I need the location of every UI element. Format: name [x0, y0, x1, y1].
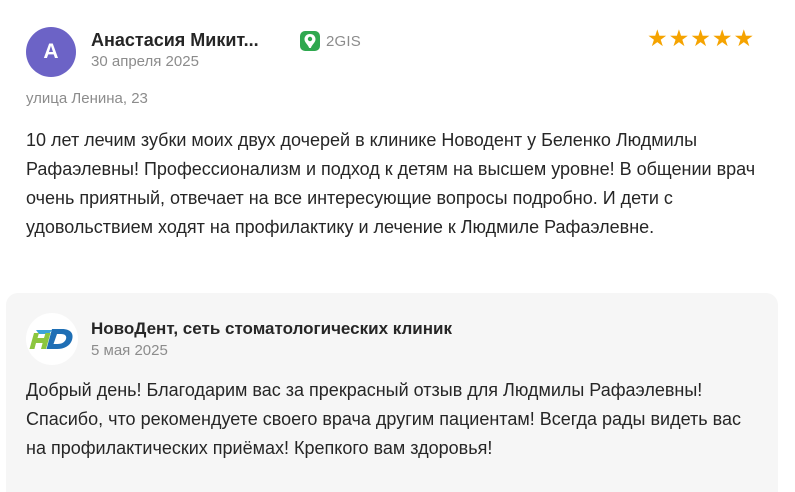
source-label: 2GIS [326, 32, 361, 50]
reply-text: Добрый день! Благодарим вас за прекрасны… [26, 380, 741, 458]
2gis-logo-icon [300, 31, 320, 51]
rating-stars: ★ ★ ★ ★ ★ [647, 27, 754, 50]
review-date: 30 апреля 2025 [91, 53, 199, 70]
star-icon: ★ [690, 25, 711, 51]
star-icon: ★ [711, 25, 733, 51]
avatar: А [26, 27, 76, 77]
review-card: А Анастасия Микит... 30 апреля 2025 2GIS… [0, 0, 795, 492]
reply-date: 5 мая 2025 [91, 342, 168, 359]
review-text: 10 лет лечим зубки моих двух дочерей в к… [26, 130, 756, 237]
branch-address: улица Ленина, 23 [26, 90, 148, 107]
company-name[interactable]: НовоДент, сеть стоматологических клиник [91, 319, 452, 339]
novodent-hd-logo-icon [26, 313, 78, 365]
review-source: 2GIS [300, 31, 361, 51]
author-name[interactable]: Анастасия Микит... [91, 30, 259, 51]
company-reply: НовоДент, сеть стоматологических клиник … [6, 293, 778, 492]
avatar-letter: А [43, 40, 59, 63]
star-icon: ★ [647, 25, 668, 51]
star-icon: ★ [668, 25, 690, 51]
star-icon: ★ [733, 25, 755, 51]
